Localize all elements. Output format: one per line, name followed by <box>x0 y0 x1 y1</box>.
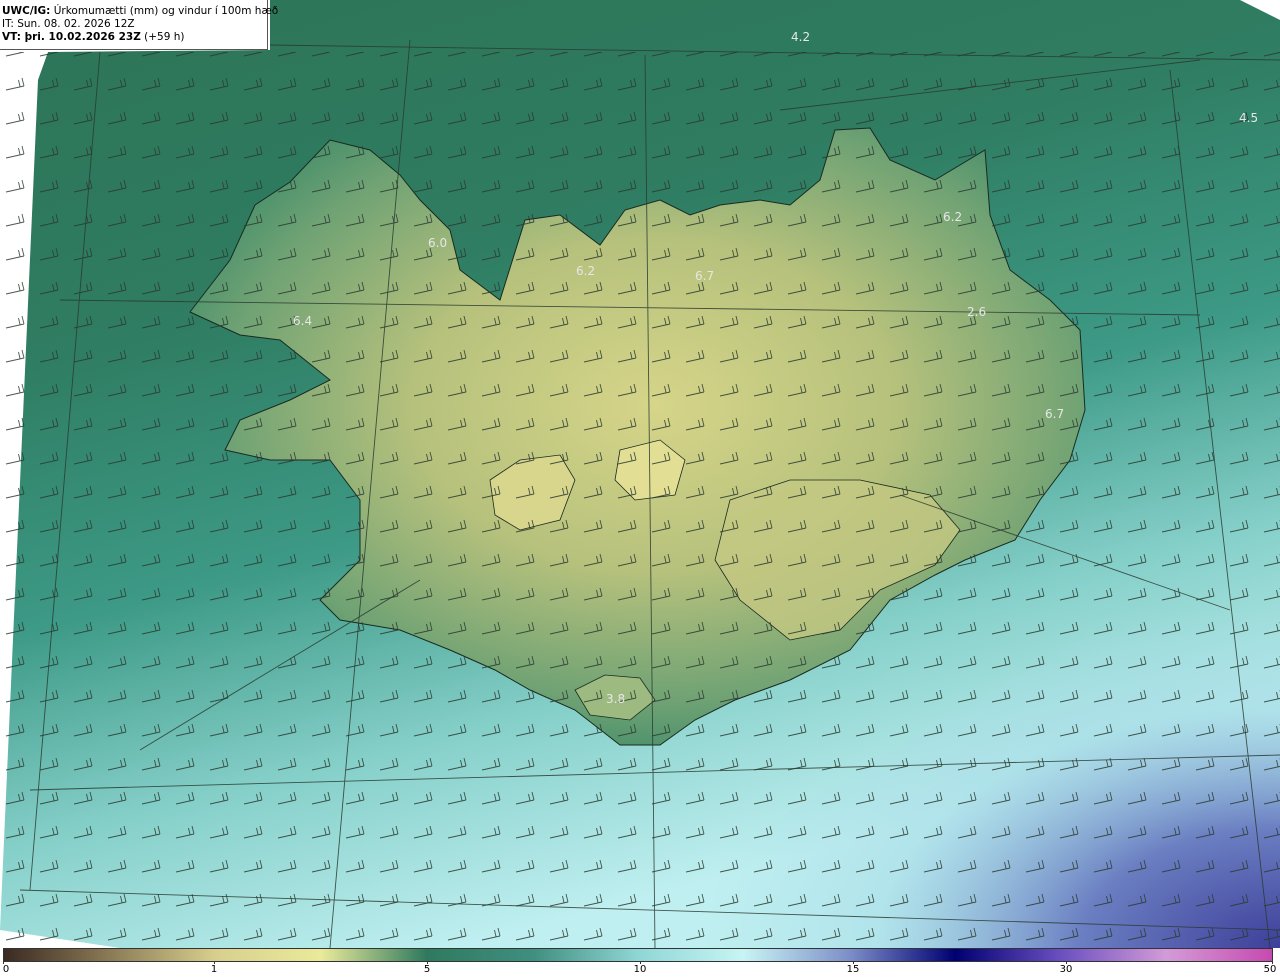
product-title: Úrkomumætti (mm) og vindur í 100m hæð <box>50 5 279 17</box>
map-header: UWC/IG: Úrkomumætti (mm) og vindur í 100… <box>0 0 278 50</box>
colorbar-tick-label: 15 <box>846 964 860 975</box>
precip-max-label: 2.6 <box>967 305 986 319</box>
valid-time: VT: þri. 10.02.2026 23Z <box>2 31 141 43</box>
colorbar-tick-label: 30 <box>1059 964 1073 975</box>
precipitation-colorbar: 0 1 5 10 15 30 50 <box>0 948 1280 978</box>
colorbar-tick-label: 0 <box>2 964 10 975</box>
colorbar-tick-label: 50 <box>1263 964 1277 975</box>
valid-time-line: VT: þri. 10.02.2026 23Z (+59 h) <box>2 31 267 44</box>
precip-max-label: 6.2 <box>943 210 962 224</box>
precip-max-label: 6.7 <box>695 269 714 283</box>
forecast-hour: (+59 h) <box>140 31 185 43</box>
precip-max-label: 4.2 <box>791 30 810 44</box>
precip-max-label: 6.0 <box>428 236 447 250</box>
product-title-line: UWC/IG: Úrkomumætti (mm) og vindur í 100… <box>2 5 278 18</box>
init-time: IT: Sun. 08. 02. 2026 12Z <box>2 18 135 30</box>
colorbar-tick-label: 1 <box>210 964 218 975</box>
product-prefix: UWC/IG: <box>2 5 51 17</box>
precip-max-label: 3.8 <box>606 692 625 706</box>
wind-barbs <box>0 52 1280 948</box>
precipitation-wind-map: 4.2 4.5 6.2 6.0 6.2 6.7 2.6 6.4 6.7 3.8 <box>0 0 1280 948</box>
colorbar-strip <box>3 948 1273 962</box>
precip-max-label: 6.2 <box>576 264 595 278</box>
precip-max-label: 6.7 <box>1045 407 1064 421</box>
precip-max-label: 4.5 <box>1239 111 1258 125</box>
precip-max-label: 6.4 <box>293 314 312 328</box>
colorbar-tick-label: 10 <box>633 964 647 975</box>
colorbar-tick-label: 5 <box>423 964 431 975</box>
